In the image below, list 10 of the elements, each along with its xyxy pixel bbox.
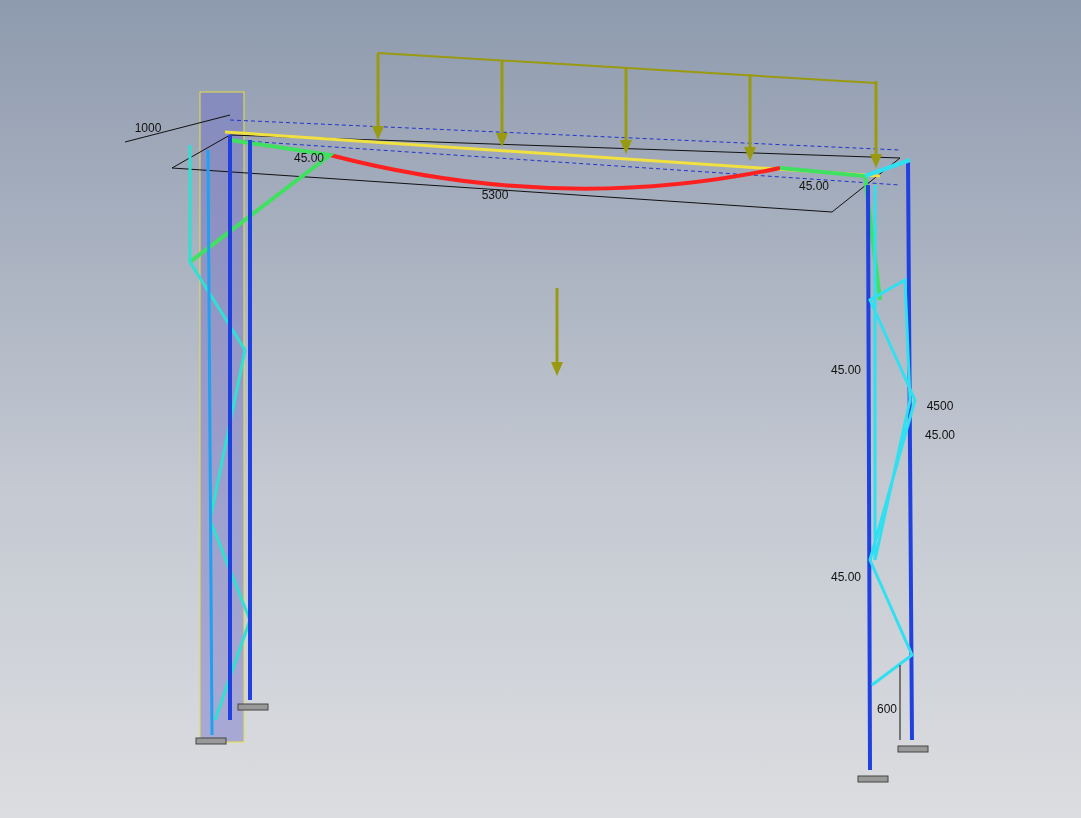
dimension-label: 45.00 (831, 570, 861, 584)
dimension-label: 600 (877, 702, 897, 716)
dimension-label: 45.00 (294, 151, 324, 165)
dimension-label: 1000 (134, 121, 162, 135)
dimension-label: 45.00 (799, 179, 829, 193)
gravity-arrow-icon (551, 288, 563, 376)
dimension-label: 45.00 (925, 428, 955, 442)
dimension-label: 45.00 (831, 363, 861, 377)
dimension-label: 4500 (926, 399, 954, 413)
dimension-label: 5300 (481, 188, 509, 202)
